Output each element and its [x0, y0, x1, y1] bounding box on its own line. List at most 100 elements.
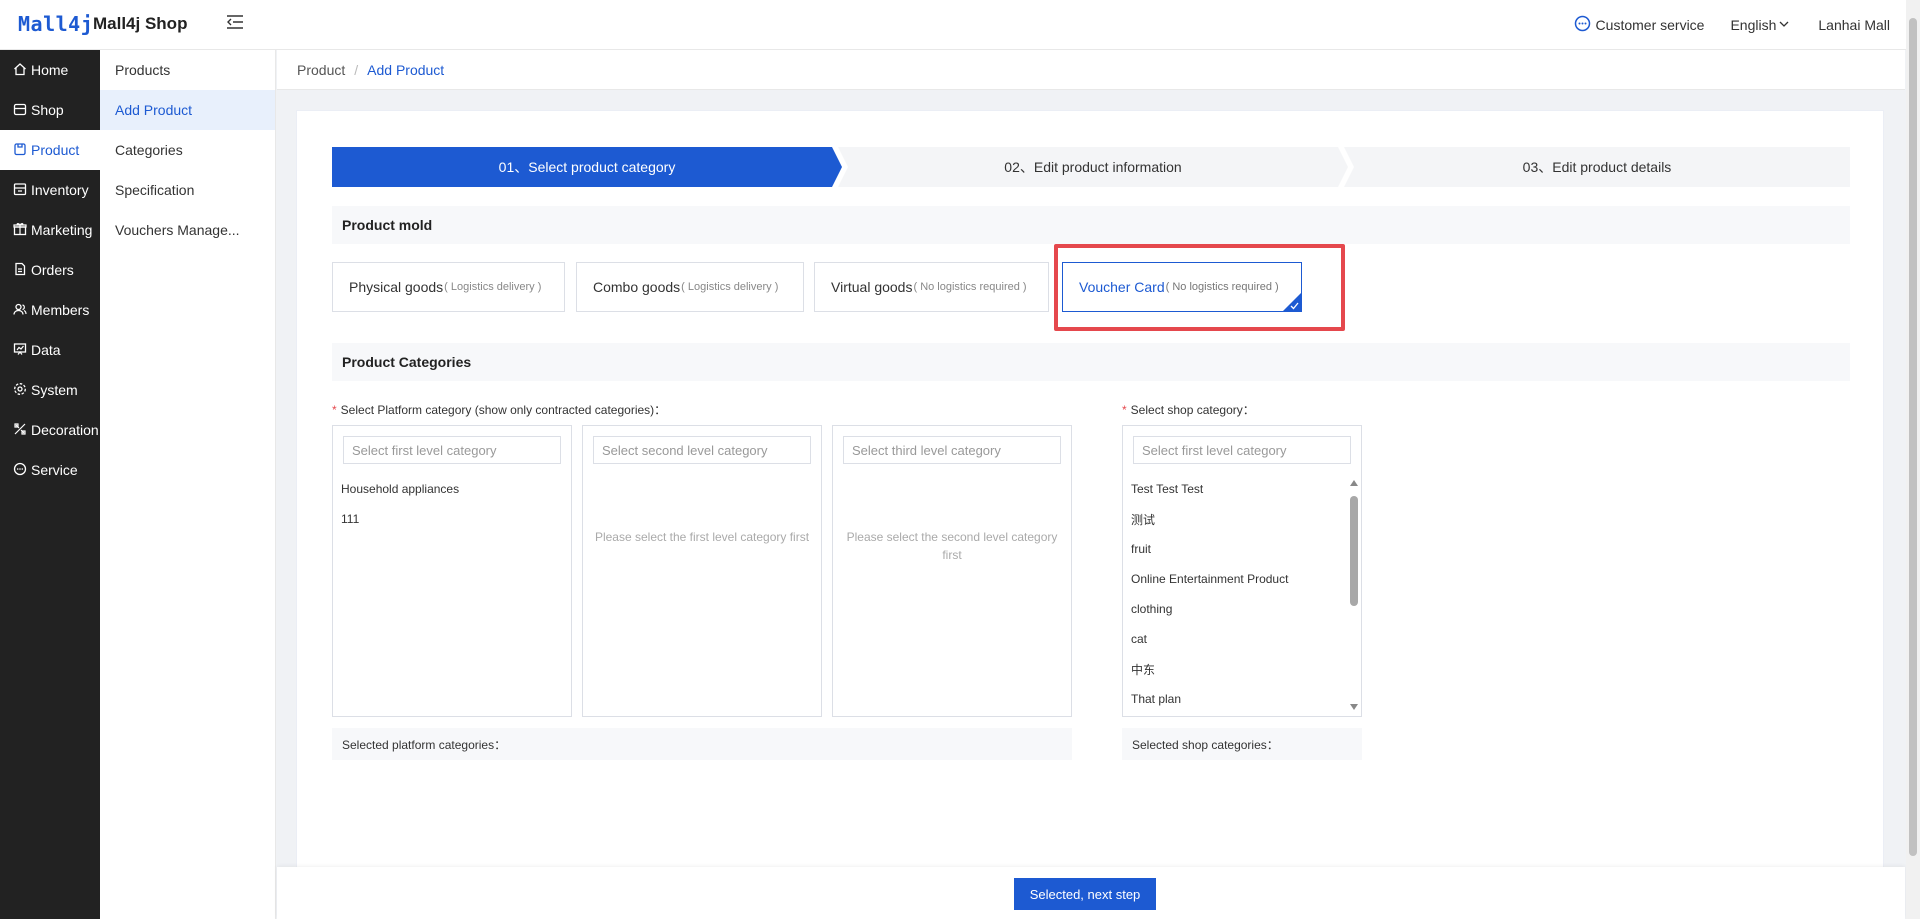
required-star-icon: * — [332, 403, 337, 417]
sidebar-item-inventory[interactable]: Inventory — [0, 170, 100, 210]
sidebar-item-label: Members — [31, 302, 90, 318]
shop-icon — [13, 102, 31, 119]
list-scrollbar-thumb[interactable] — [1350, 496, 1358, 606]
breadcrumb: Product / Add Product — [277, 50, 1905, 90]
product-categories-title: Product Categories — [332, 343, 1850, 381]
mold-name: Virtual goods — [831, 279, 913, 295]
platform-first-level-list: Household appliances 111 — [333, 474, 571, 534]
main-card: 01、Select product category 02、Edit produ… — [296, 110, 1884, 870]
mold-voucher-card[interactable]: Voucher Card ( No logistics required ) — [1062, 262, 1302, 312]
bottom-action-bar: Selected, next step — [277, 867, 1905, 919]
list-item[interactable]: fruit — [1123, 534, 1347, 564]
next-step-button[interactable]: Selected, next step — [1014, 878, 1156, 910]
list-item[interactable]: 测试 — [1123, 504, 1347, 534]
system-icon — [13, 382, 31, 399]
list-item[interactable]: Test Test Test — [1123, 474, 1347, 504]
submenu-item-products[interactable]: Products — [100, 50, 275, 90]
shop-first-level-list: Test Test Test 测试 fruit Online Entertain… — [1123, 474, 1347, 714]
mold-virtual-goods[interactable]: Virtual goods ( No logistics required ) — [814, 262, 1049, 312]
sidebar-item-members[interactable]: Members — [0, 290, 100, 330]
shop-category-label-text: Select shop category： — [1130, 403, 1255, 417]
language-label: English — [1730, 17, 1777, 33]
sidebar-item-label: Data — [31, 342, 61, 358]
sidebar-item-label: Service — [31, 462, 78, 478]
page-scrollbar-thumb[interactable] — [1909, 18, 1917, 856]
sidebar-item-decoration[interactable]: Decoration — [0, 410, 100, 450]
sidebar-item-label: Orders — [31, 262, 74, 278]
mold-note: ( No logistics required ) — [913, 281, 1027, 293]
sidebar-item-label: Home — [31, 62, 69, 78]
submenu-item-add-product[interactable]: Add Product — [100, 90, 275, 130]
empty-hint: Please select the first level category f… — [594, 530, 810, 544]
sidebar-item-data[interactable]: Data — [0, 330, 100, 370]
sidebar-item-label: Product — [31, 142, 80, 158]
customer-service-link[interactable]: Customer service — [1574, 15, 1705, 35]
mold-note: ( Logistics delivery ) — [681, 281, 779, 293]
mold-physical-goods[interactable]: Physical goods ( Logistics delivery ) — [332, 262, 565, 312]
page-scrollbar[interactable] — [1906, 0, 1920, 919]
mold-name: Voucher Card — [1079, 279, 1165, 295]
list-item[interactable]: Household appliances — [333, 474, 571, 504]
logo[interactable]: Mall4j — [18, 12, 93, 36]
mold-note: ( Logistics delivery ) — [444, 281, 542, 293]
list-item[interactable]: 中东 — [1123, 654, 1347, 684]
step-progress: 01、Select product category 02、Edit produ… — [332, 147, 1850, 187]
sidebar-item-orders[interactable]: Orders — [0, 250, 100, 290]
mold-name: Physical goods — [349, 279, 444, 295]
shop-category-label: * Select shop category： — [1122, 401, 1255, 418]
service-icon — [13, 462, 31, 479]
sidebar-item-system[interactable]: System — [0, 370, 100, 410]
chat-bubble-icon — [1574, 15, 1596, 35]
mold-combo-goods[interactable]: Combo goods ( Logistics delivery ) — [576, 262, 804, 312]
customer-service-label: Customer service — [1595, 17, 1705, 33]
sidebar-item-service[interactable]: Service — [0, 450, 100, 490]
submenu-item-specification[interactable]: Specification — [100, 170, 275, 210]
submenu-item-categories[interactable]: Categories — [100, 130, 275, 170]
list-item[interactable]: 111 — [333, 504, 571, 534]
main-sidebar: Home Shop Product Inventory Marketing Or… — [0, 50, 100, 919]
step-edit-details: 03、Edit product details — [1344, 147, 1850, 187]
breadcrumb-current: Add Product — [367, 61, 445, 78]
sidebar-item-label: Marketing — [31, 222, 93, 238]
sidebar-item-label: Shop — [31, 102, 64, 118]
list-item[interactable]: cat — [1123, 624, 1347, 654]
selected-platform-categories: Selected platform categories： — [332, 728, 1072, 760]
orders-icon — [13, 262, 31, 279]
brand-name: Mall4j Shop — [93, 14, 188, 33]
inventory-icon — [13, 182, 31, 199]
shop-first-level-search[interactable] — [1133, 436, 1351, 464]
breadcrumb-separator: / — [354, 61, 359, 78]
language-dropdown[interactable]: English — [1730, 17, 1790, 33]
marketing-icon — [13, 222, 31, 239]
step-edit-info: 02、Edit product information — [838, 147, 1348, 187]
sidebar-item-shop[interactable]: Shop — [0, 90, 100, 130]
sidebar-item-label: System — [31, 382, 78, 398]
scroll-down-icon[interactable] — [1350, 704, 1358, 710]
top-header: Mall4j Mall4j Shop Customer service Engl… — [0, 0, 1920, 50]
mold-note: ( No logistics required ) — [1165, 281, 1279, 293]
sidebar-item-home[interactable]: Home — [0, 50, 100, 90]
user-menu[interactable]: Lanhai Mall — [1818, 17, 1890, 33]
submenu-item-vouchers[interactable]: Vouchers Manage... — [100, 210, 275, 250]
menu-collapse-icon[interactable] — [226, 14, 246, 34]
sidebar-item-marketing[interactable]: Marketing — [0, 210, 100, 250]
chevron-down-icon — [1776, 17, 1790, 33]
platform-third-level-search[interactable] — [843, 436, 1061, 464]
breadcrumb-parent[interactable]: Product — [297, 62, 345, 78]
list-item[interactable]: That plan — [1123, 684, 1347, 714]
members-icon — [13, 302, 31, 319]
empty-hint: Please select the second level category … — [846, 530, 1058, 562]
list-item[interactable]: clothing — [1123, 594, 1347, 624]
platform-second-level-search[interactable] — [593, 436, 811, 464]
platform-first-level-search[interactable] — [343, 436, 561, 464]
platform-category-label: * Select Platform category (show only con… — [332, 401, 666, 418]
sidebar-item-label: Decoration — [31, 422, 99, 438]
list-item[interactable]: Online Entertainment Product — [1123, 564, 1347, 594]
data-icon — [13, 342, 31, 359]
scroll-up-icon[interactable] — [1350, 480, 1358, 486]
selected-check-icon — [1283, 293, 1301, 311]
required-star-icon: * — [1122, 403, 1127, 417]
decoration-icon — [13, 422, 31, 439]
sidebar-item-label: Inventory — [31, 182, 89, 198]
sidebar-item-product[interactable]: Product — [0, 130, 100, 170]
